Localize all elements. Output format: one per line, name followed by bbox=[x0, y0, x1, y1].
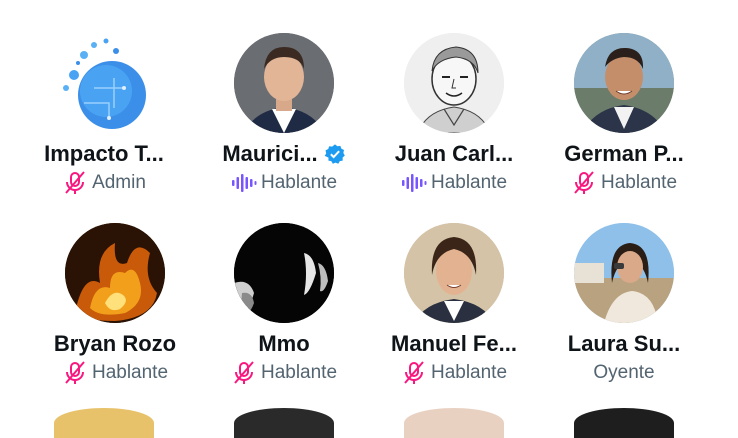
participant-name-row: Laura Su... bbox=[539, 329, 709, 359]
speaking-waveform-icon bbox=[401, 174, 427, 192]
participant-name: Bryan Rozo bbox=[53, 331, 177, 356]
participant-name: Laura Su... bbox=[567, 331, 681, 356]
participant-name-row: German P... bbox=[539, 139, 709, 169]
avatar[interactable] bbox=[574, 33, 674, 133]
avatar-partial[interactable] bbox=[404, 408, 504, 438]
participant-role: Hablante bbox=[91, 362, 169, 383]
participant-role-row: Admin bbox=[19, 171, 189, 195]
participant-tile[interactable]: German P... Hablante bbox=[539, 33, 709, 203]
participant-role: Hablante bbox=[430, 362, 508, 383]
verified-badge-icon bbox=[324, 144, 345, 164]
participant-role-row: Oyente bbox=[539, 361, 709, 385]
avatar[interactable] bbox=[234, 223, 334, 323]
participant-name-row: Mmo bbox=[199, 329, 369, 359]
participant-name-row: Maurici... bbox=[199, 139, 369, 169]
participant-name: Manuel Fe... bbox=[391, 331, 517, 356]
avatar[interactable] bbox=[234, 33, 334, 133]
mic-muted-icon bbox=[65, 361, 85, 384]
avatar[interactable] bbox=[404, 33, 504, 133]
participant-role: Oyente bbox=[593, 362, 655, 383]
mic-muted-icon bbox=[234, 361, 254, 384]
participant-name-row: Bryan Rozo bbox=[30, 329, 200, 359]
avatar-partial[interactable] bbox=[574, 408, 674, 438]
participant-role-row: Hablante bbox=[199, 171, 369, 195]
speaking-waveform-icon bbox=[231, 174, 257, 192]
participant-name: Maurici... bbox=[222, 141, 318, 166]
participant-tile[interactable]: Mmo Hablante bbox=[199, 223, 369, 393]
participant-role: Admin bbox=[92, 172, 146, 193]
avatar[interactable] bbox=[404, 223, 504, 323]
participant-name-row: Impacto T... bbox=[19, 139, 189, 169]
participant-role-row: Hablante bbox=[199, 361, 369, 385]
mic-muted-icon bbox=[404, 361, 424, 384]
participant-tile[interactable]: Manuel Fe... Hablante bbox=[369, 223, 539, 393]
participants-grid: Impacto T... Admin Maurici... Hablante J… bbox=[0, 0, 738, 438]
avatar-partial[interactable] bbox=[234, 408, 334, 438]
participant-role: Hablante bbox=[600, 172, 678, 193]
participant-role: Hablante bbox=[260, 362, 338, 383]
avatar[interactable] bbox=[574, 223, 674, 323]
participant-tile[interactable]: Impacto T... Admin bbox=[19, 33, 189, 203]
participant-role-row: Hablante bbox=[369, 171, 539, 195]
participant-name: Juan Carl... bbox=[394, 141, 514, 166]
participant-name: Mmo bbox=[258, 331, 310, 356]
mic-muted-icon bbox=[65, 171, 85, 194]
participant-tile[interactable]: Bryan Rozo Hablante bbox=[30, 223, 200, 393]
avatar-partial[interactable] bbox=[54, 408, 154, 438]
participant-name-row: Manuel Fe... bbox=[369, 329, 539, 359]
participant-role: Hablante bbox=[260, 172, 338, 193]
participant-name-row: Juan Carl... bbox=[369, 139, 539, 169]
participant-role-row: Hablante bbox=[30, 361, 200, 385]
avatar[interactable] bbox=[54, 33, 154, 133]
participant-tile[interactable]: Maurici... Hablante bbox=[199, 33, 369, 203]
participant-tile[interactable]: Juan Carl... Hablante bbox=[369, 33, 539, 203]
participant-role: Hablante bbox=[430, 172, 508, 193]
avatar[interactable] bbox=[65, 223, 165, 323]
participant-name: German P... bbox=[564, 141, 684, 166]
participant-role-row: Hablante bbox=[539, 171, 709, 195]
participant-role-row: Hablante bbox=[369, 361, 539, 385]
mic-muted-icon bbox=[574, 171, 594, 194]
participant-name: Impacto T... bbox=[44, 141, 164, 166]
participant-tile[interactable]: Laura Su... Oyente bbox=[539, 223, 709, 393]
